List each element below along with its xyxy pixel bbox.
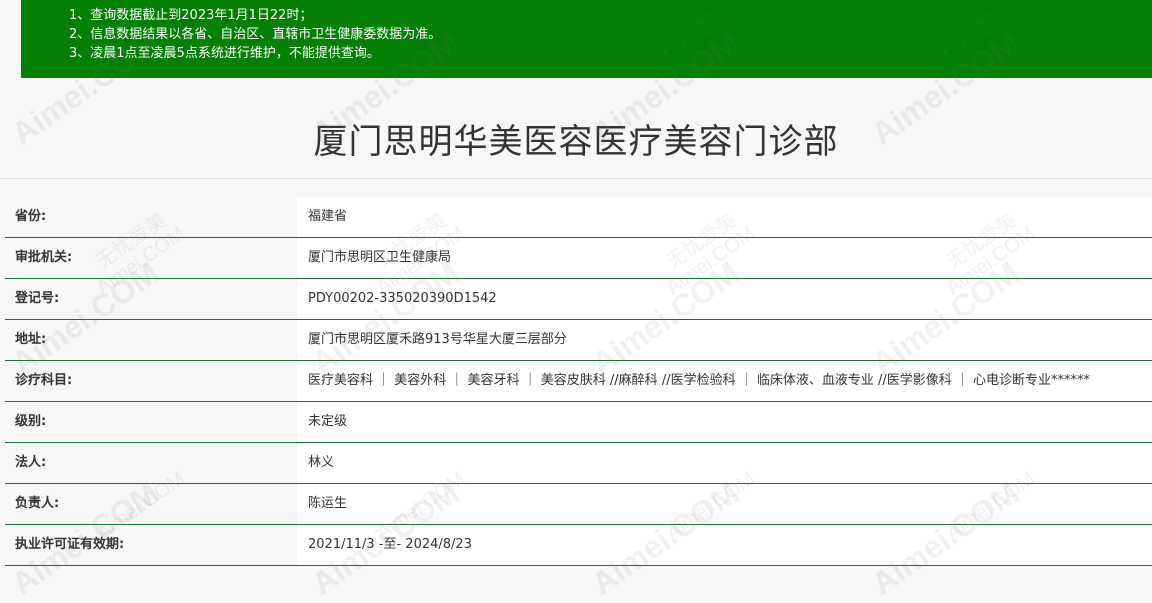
row-value: 2021/11/3 -至- 2024/8/23 [297, 525, 1152, 565]
table-row-person-in-charge: 负责人: 陈运生 [5, 484, 1152, 525]
title-divider [0, 178, 1152, 179]
notice-line-2: 2、信息数据结果以各省、自治区、直辖市卫生健康委数据为准。 [69, 27, 442, 42]
table-row-address: 地址: 厦门市思明区厦禾路913号华星大厦三层部分 [5, 320, 1152, 361]
row-label: 省份: [5, 197, 297, 237]
table-row-departments: 诊疗科目: 医疗美容科 ｜ 美容外科 ｜ 美容牙科 ｜ 美容皮肤科 //麻醉科 … [5, 361, 1152, 402]
notice-banner: 1、查询数据截止到2023年1月1日22时； 2、信息数据结果以各省、自治区、直… [21, 0, 1152, 78]
row-label: 地址: [5, 320, 297, 360]
row-label: 审批机关: [5, 238, 297, 278]
row-value: 厦门市思明区卫生健康局 [297, 238, 1152, 278]
row-value: 厦门市思明区厦禾路913号华星大厦三层部分 [297, 320, 1152, 360]
table-row-province: 省份: 福建省 [5, 197, 1152, 238]
row-label: 登记号: [5, 279, 297, 319]
row-value: 医疗美容科 ｜ 美容外科 ｜ 美容牙科 ｜ 美容皮肤科 //麻醉科 //医学检验… [297, 361, 1152, 401]
row-label: 执业许可证有效期: [5, 525, 297, 565]
row-value: 林义 [297, 443, 1152, 483]
page-title: 厦门思明华美医容医疗美容门诊部 [313, 122, 839, 162]
table-row-license-validity: 执业许可证有效期: 2021/11/3 -至- 2024/8/23 [5, 525, 1152, 566]
row-value: PDY00202-335020390D1542 [297, 279, 1152, 319]
table-row-approval-authority: 审批机关: 厦门市思明区卫生健康局 [5, 238, 1152, 279]
row-label: 诊疗科目: [5, 361, 297, 401]
row-value: 未定级 [297, 402, 1152, 442]
table-row-level: 级别: 未定级 [5, 402, 1152, 443]
row-label: 级别: [5, 402, 297, 442]
row-value: 陈运生 [297, 484, 1152, 524]
row-value: 福建省 [297, 197, 1152, 237]
table-row-legal-person: 法人: 林义 [5, 443, 1152, 484]
notice-line-1: 1、查询数据截止到2023年1月1日22时； [69, 8, 313, 23]
info-table: 省份: 福建省 审批机关: 厦门市思明区卫生健康局 登记号: PDY00202-… [5, 197, 1152, 566]
row-label: 法人: [5, 443, 297, 483]
row-label: 负责人: [5, 484, 297, 524]
table-row-registration-number: 登记号: PDY00202-335020390D1542 [5, 279, 1152, 320]
notice-line-3: 3、凌晨1点至凌晨5点系统进行维护，不能提供查询。 [69, 46, 380, 61]
